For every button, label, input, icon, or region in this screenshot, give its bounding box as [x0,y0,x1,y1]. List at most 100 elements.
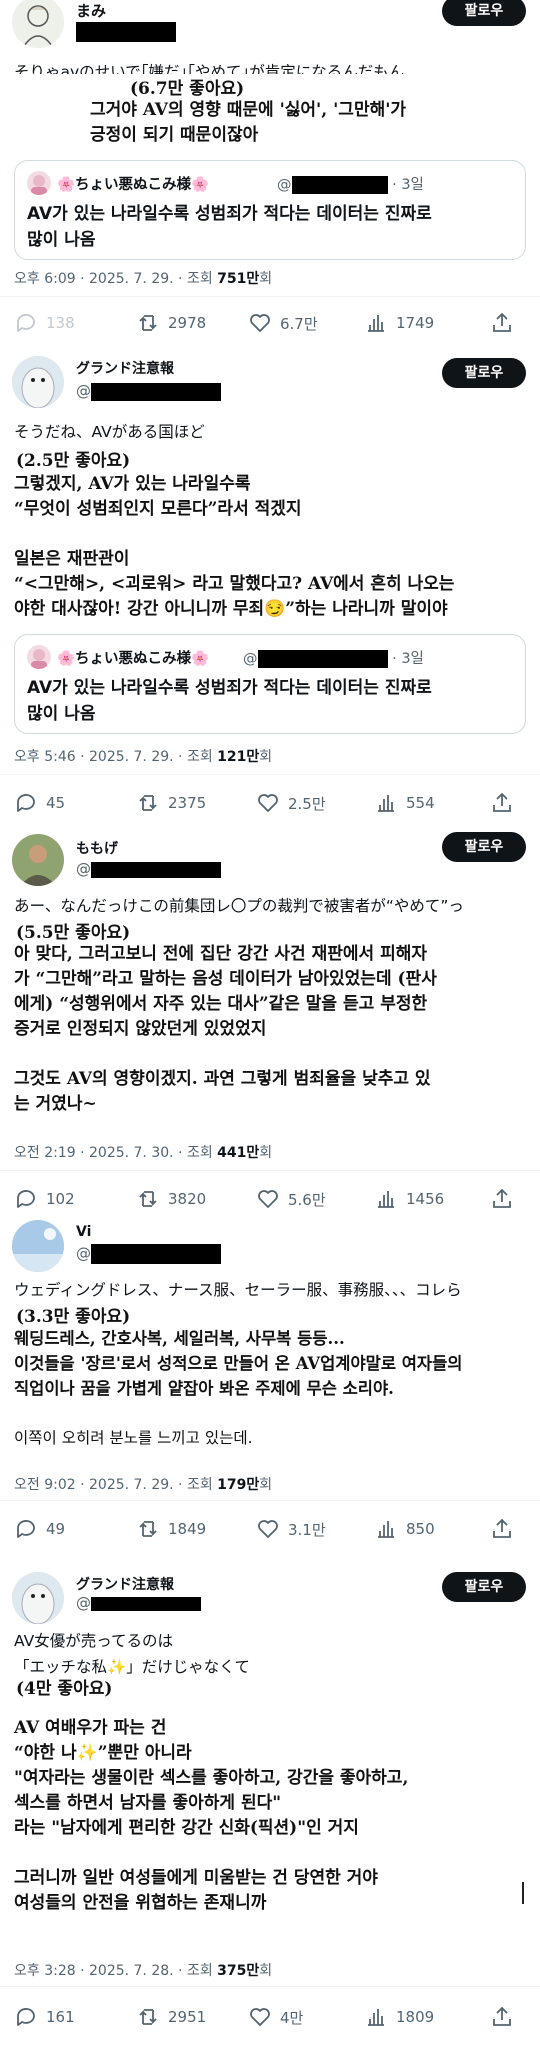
quoted-text: AV가 있는 나라일수록 성범죄가 적다는 데이터는 진짜로 많이 나옴 [27,675,432,727]
like-button[interactable]: 6.7만 [248,308,318,338]
reply-button[interactable]: 102 [14,1184,75,1214]
translation-line: 그거야 AV의 영향 때문에 '싫어', '그만해'가 [90,100,407,120]
views-icon [368,2009,384,2026]
heart-icon [258,1520,278,1538]
handle-prefix: @ [243,651,258,667]
divider [0,296,540,297]
action-bar: 138 2978 6.7만 1749 [0,308,540,338]
author-handle[interactable]: @ [76,860,221,878]
share-button[interactable] [490,1184,522,1214]
retweet-button[interactable]: 2951 [136,2002,206,2032]
translation-line [14,1401,462,1426]
likes-note: (3.3만 좋아요) [16,1307,131,1327]
follow-button[interactable]: 팔로우 [442,0,526,26]
retweet-button[interactable]: 1849 [136,1514,206,1544]
reply-count: 161 [46,2008,75,2026]
view-count: 179만 [217,1477,260,1493]
translation-line: 그렇겠지, AV가 있는 나라일수록 [14,474,251,494]
translation-line: “무엇이 성범죄인지 모른다”라서 적겠지 [14,499,302,519]
timestamp[interactable]: 오전 9:02 · 2025. 7. 29. · 조회 [14,1477,217,1493]
reply-icon [17,314,35,332]
like-button[interactable]: 5.6만 [256,1184,326,1214]
translation-line: 에게) “성행위에서 자주 있는 대사”같은 말을 듣고 부정한 [14,994,428,1014]
avatar[interactable] [12,0,64,48]
author-name[interactable]: Vi [76,1224,91,1240]
like-count: 4만 [280,2008,304,2027]
reply-button[interactable]: 49 [14,1514,65,1544]
share-button[interactable] [490,788,522,818]
translation-line: “야한 나✨”뿐만 아니라 [14,1743,192,1763]
action-bar: 45 2375 2.5만 554 [0,788,540,818]
translation-line: 이것들을 '장르'로서 성적으로 만들어 온 AV업계야말로 여자들의 [14,1354,463,1373]
author-handle[interactable]: @ [76,1244,221,1264]
post-meta: 오후 5:46 · 2025. 7. 29. · 조회 121만회 [14,746,272,766]
timestamp[interactable]: 오전 2:19 · 2025. 7. 30. · 조회 [14,1145,217,1161]
retweet-count: 3820 [168,1190,207,1208]
quoted-post[interactable]: 🌸ちょい悪ぬこみ様🌸 @ · 3일 AV가 있는 나라일수록 성범죄가 적다는 … [14,160,526,260]
avatar[interactable] [12,1572,64,1624]
view-count: 375만 [217,1963,260,1979]
share-button[interactable] [490,2002,522,2032]
like-button[interactable]: 2.5만 [256,788,326,818]
author-name[interactable]: まみ [76,0,106,21]
redacted-handle [291,176,388,194]
views-button[interactable]: 554 [374,788,435,818]
share-icon [493,312,511,332]
follow-button[interactable]: 팔로우 [442,832,526,862]
reply-count: 138 [46,314,75,332]
retweet-button[interactable]: 2375 [136,788,206,818]
quoted-author-name: 🌸ちょい悪ぬこみ様🌸 [57,651,210,667]
view-suffix: 회 [259,1145,273,1161]
avatar[interactable] [12,1220,64,1272]
translation-line: 증거로 인정되지 않았던게 있었었지 [14,1019,267,1039]
avatar[interactable] [12,356,64,408]
like-button[interactable]: 3.1만 [256,1514,326,1544]
translation-line: 긍정이 되기 때문이잖아 [90,125,259,145]
author-name[interactable]: ももげ [76,838,118,858]
follow-button[interactable]: 팔로우 [442,358,526,388]
translation-text: 그거야 AV의 영향 때문에 '싫어', '그만해'가 긍정이 되기 때문이잖아 [90,98,406,148]
translation-line [14,1042,437,1067]
quoted-post[interactable]: 🌸ちょい悪ぬこみ様🌸 @ · 3일 AV가 있는 나라일수록 성범죄가 적다는 … [14,634,526,734]
author-handle[interactable]: @ [76,1594,201,1612]
like-button[interactable]: 4만 [248,2002,303,2032]
retweet-icon [139,2009,157,2025]
translation-line: 아 맞다, 그러고보니 전에 집단 강간 사건 재판에서 피해자 [14,944,427,964]
reply-button[interactable]: 45 [14,788,65,818]
timestamp[interactable]: 오후 3:28 · 2025. 7. 28. · 조회 [14,1963,217,1979]
post-meta: 오후 6:09 · 2025. 7. 29. · 조회 751만회 [14,268,272,288]
views-button[interactable]: 850 [374,1514,435,1544]
author-handle[interactable]: @ [76,382,221,401]
translation-line: 라는 "남자에게 편리한 강간 신화(픽션)"인 거지 [14,1818,359,1838]
view-suffix: 회 [259,271,273,287]
reply-icon [17,1520,35,1538]
views-button[interactable]: 1749 [364,308,434,338]
handle-prefix: @ [76,1594,91,1612]
view-count: 121만 [217,749,260,765]
avatar[interactable] [12,834,64,886]
reply-icon [17,794,35,812]
author-name[interactable]: グランド注意報 [76,1574,174,1594]
translation-line: “<그만해>, <괴로워> 라고 말했다고? AV에서 흔히 나오는 [14,574,455,594]
views-button[interactable]: 1809 [364,2002,434,2032]
original-line: AV女優が売ってるのは [14,1632,173,1650]
follow-button[interactable]: 팔로우 [442,1572,526,1602]
reply-icon [17,2008,35,2026]
author-handle[interactable] [76,22,176,42]
retweet-button[interactable]: 3820 [136,1184,206,1214]
share-button[interactable] [490,1514,522,1544]
share-button[interactable] [490,308,522,338]
translation-line: 직업이나 꿈을 가볍게 얕잡아 봐온 주제에 무슨 소리야. [14,1379,394,1398]
timestamp[interactable]: 오후 6:09 · 2025. 7. 29. · 조회 [14,271,217,287]
author-name[interactable]: グランド注意報 [76,358,174,378]
view-count: 751만 [217,271,260,287]
reply-button[interactable]: 138 [14,308,75,338]
reply-button[interactable]: 161 [14,2002,75,2032]
views-button[interactable]: 1456 [374,1184,444,1214]
original-text: そうだね、AVがある国ほど [14,423,205,441]
original-text: AV女優が売ってるのは 「エッチな私✨」だけじゃなくて [14,1628,250,1674]
timestamp[interactable]: 오후 5:46 · 2025. 7. 29. · 조회 [14,749,217,765]
translation-line: "여자라는 생물이란 섹스를 좋아하고, 강간을 좋아하고, [14,1768,409,1788]
retweet-button[interactable]: 2978 [136,308,206,338]
retweet-count: 2978 [168,314,207,332]
